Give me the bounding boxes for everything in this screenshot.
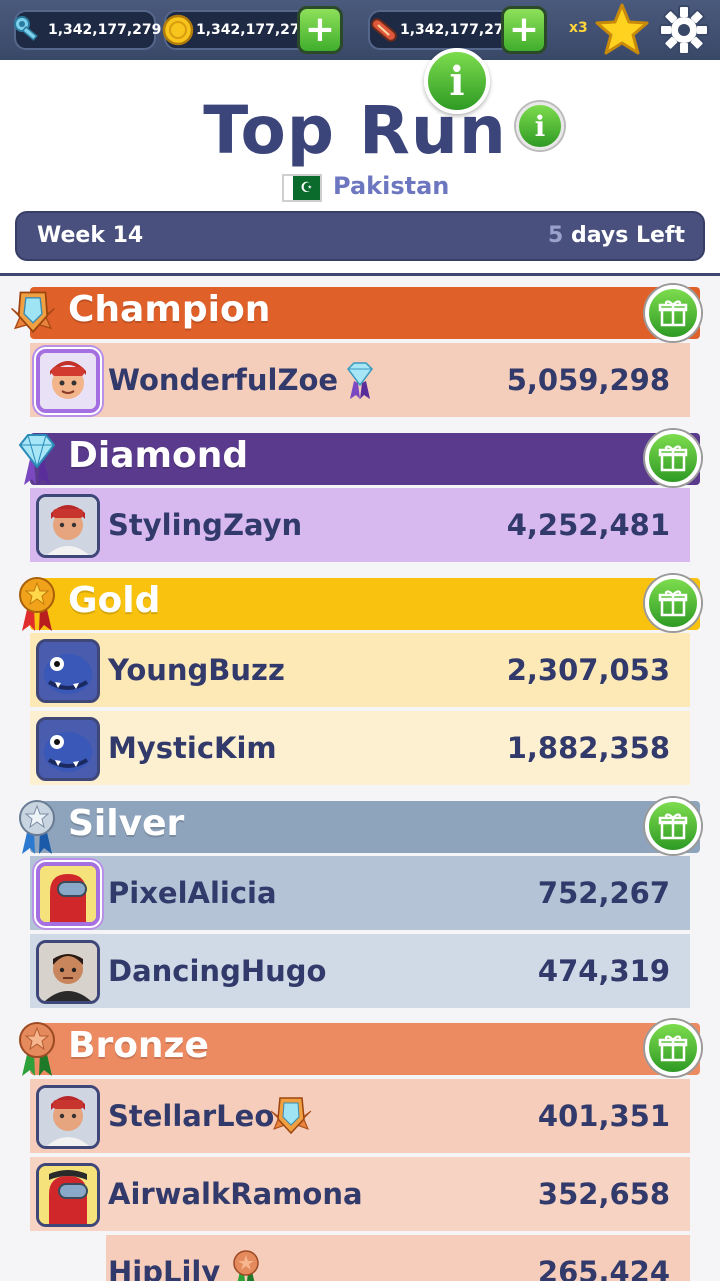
settings-button[interactable] (658, 4, 710, 56)
info-button-large[interactable]: i (424, 48, 490, 114)
leaderboard-row[interactable]: PixelAlicia 752,267 (30, 856, 690, 930)
week-label: Week 14 (37, 223, 144, 248)
buy-coins-button[interactable]: + (297, 6, 343, 54)
avatar (36, 862, 100, 926)
avatar (36, 717, 100, 781)
gold-badge-icon (12, 575, 62, 633)
player-name: YoungBuzz (108, 653, 285, 687)
info-button[interactable]: i (516, 102, 564, 150)
gold-reward-button[interactable] (645, 575, 701, 631)
avatar (36, 494, 100, 558)
gift-icon (658, 300, 688, 327)
key-icon (10, 12, 46, 48)
keys-value: 1,342,177,279 (48, 22, 162, 38)
leaderboard-row[interactable]: StylingZayn 4,252,481 (30, 488, 690, 562)
coins-value: 1,342,177,279 (196, 22, 310, 38)
score-multiplier: x3 (569, 20, 588, 36)
divider (0, 273, 720, 276)
player-score: 1,882,358 (506, 731, 670, 765)
player-name: StellarLeo (108, 1099, 275, 1133)
avatar (36, 1163, 100, 1227)
days-left-number: 5 (547, 223, 564, 248)
leaderboard-row[interactable]: YoungBuzz 2,307,053 (30, 633, 690, 707)
avatar (36, 1085, 100, 1149)
player-name: HipLily (108, 1255, 221, 1281)
days-left-label: 5 days Left (548, 223, 685, 248)
league-header-bronze: Bronze (30, 1023, 700, 1075)
hoverboard-icon (366, 12, 402, 48)
silver-reward-button[interactable] (645, 798, 701, 854)
player-score: 401,351 (537, 1099, 670, 1133)
bronze-league-icon (233, 1250, 259, 1281)
days-left-suffix: days Left (563, 223, 685, 248)
gift-icon (658, 813, 688, 840)
gift-icon (658, 1035, 688, 1062)
gift-icon (658, 445, 688, 472)
leaderboard-row[interactable]: AirwalkRamona 352,658 (30, 1157, 690, 1231)
player-name: DancingHugo (108, 954, 327, 988)
league-name: Gold (68, 580, 161, 621)
player-name: MysticKim (108, 731, 277, 765)
league-name: Champion (68, 289, 271, 330)
coin-icon (160, 12, 196, 48)
bronze-badge-icon (12, 1020, 62, 1078)
diamond-reward-button[interactable] (645, 430, 701, 486)
league-header-champion: Champion (30, 287, 700, 339)
buy-hoverboards-button[interactable]: + (501, 6, 547, 54)
champion-badge-icon (8, 284, 58, 342)
player-score: 352,658 (537, 1177, 670, 1211)
player-name: PixelAlicia (108, 876, 277, 910)
player-name: WonderfulZoe (108, 363, 339, 397)
leaderboard-row[interactable]: StellarLeo 401,351 (30, 1079, 690, 1153)
plus-icon: + (508, 9, 540, 50)
league-name: Diamond (68, 435, 249, 476)
league-header-diamond: Diamond (30, 433, 700, 485)
top-bar: 1,342,177,279 1,342,177,279 + 1,342,177,… (0, 0, 720, 60)
info-icon: i (449, 57, 465, 105)
diamond-badge-icon (12, 430, 62, 488)
gear-icon (659, 5, 709, 55)
league-header-gold: Gold (30, 578, 700, 630)
diamond-league-icon (347, 362, 373, 399)
avatar (36, 639, 100, 703)
page-title: Top Run (203, 92, 507, 169)
avatar (36, 940, 100, 1004)
leaderboard-row[interactable]: WonderfulZoe 5,059,298 (30, 343, 690, 417)
leaderboard-row[interactable]: HipLily 265,424 (106, 1235, 690, 1281)
leaderboard-row[interactable]: DancingHugo 474,319 (30, 934, 690, 1008)
league-header-silver: Silver (30, 801, 700, 853)
info-icon: i (534, 109, 546, 143)
champion-league-icon (270, 1097, 312, 1135)
player-score: 474,319 (537, 954, 670, 988)
league-name: Bronze (68, 1025, 209, 1066)
league-name: Silver (68, 803, 185, 844)
star-icon[interactable] (594, 2, 650, 58)
player-score: 2,307,053 (506, 653, 670, 687)
player-name: AirwalkRamona (108, 1177, 363, 1211)
leaderboard-row[interactable]: MysticKim 1,882,358 (30, 711, 690, 785)
week-bar: Week 14 5 days Left (15, 211, 705, 261)
player-score: 752,267 (537, 876, 670, 910)
silver-badge-icon (12, 798, 62, 856)
gift-icon (658, 590, 688, 617)
country-label: Pakistan (333, 172, 450, 200)
player-name: StylingZayn (108, 508, 303, 542)
champion-reward-button[interactable] (645, 285, 701, 341)
hoverboards-value: 1,342,177,279 (400, 22, 514, 38)
player-score: 4,252,481 (506, 508, 670, 542)
player-score: 265,424 (537, 1255, 670, 1281)
pakistan-flag-icon: ☪ (282, 174, 322, 202)
player-score: 5,059,298 (506, 363, 670, 397)
bronze-reward-button[interactable] (645, 1020, 701, 1076)
plus-icon: + (304, 9, 336, 50)
avatar (36, 349, 100, 413)
